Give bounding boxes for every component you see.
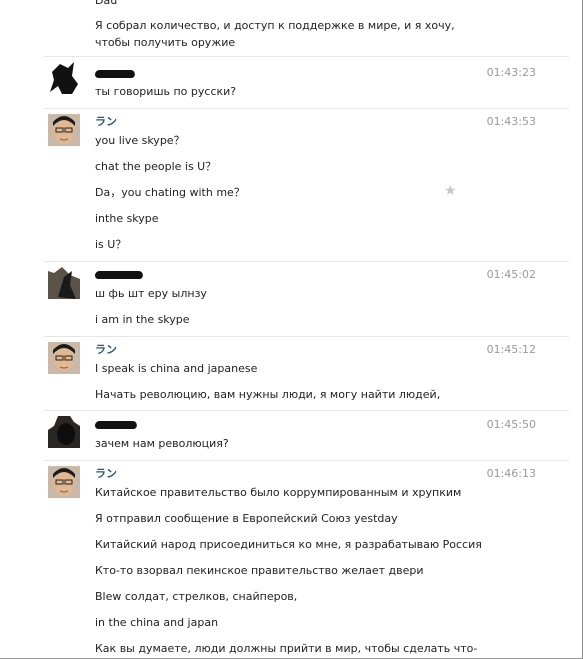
timestamp: 01:45:50 [486,418,536,431]
message-text: ш фь шт еру ылнзу [95,287,207,300]
avatar-ran[interactable] [48,114,80,146]
message-text: Я собрал количество, и доступ к поддержк… [95,19,455,32]
message-text: Я отправил сообщение в Европейский Союз … [95,512,398,525]
message-text: in the china and japan [95,616,219,629]
timestamp: 01:45:02 [486,268,536,281]
message-divider [44,460,569,461]
message-text: Начать революцию, вам нужны люди, я могу… [95,388,441,401]
partial-sender-name[interactable]: Dau [95,0,117,8]
avatar-ran[interactable] [48,342,80,374]
avatar-other-user[interactable] [48,416,80,448]
message-text: is U？ [95,238,127,251]
avatar-ran[interactable] [48,466,80,498]
sender-name-ran[interactable]: ラン [95,343,117,357]
message-text: Blew солдат, стрелков, снайперов, [95,590,298,603]
message-divider [44,336,569,337]
timestamp: 01:43:23 [486,66,536,79]
message-divider [44,410,569,411]
star-icon[interactable]: ★ [444,183,457,199]
sender-name-ran[interactable]: ラン [95,467,117,481]
message-text: i am in the skype [95,313,190,326]
message-text: inthe skype [95,212,159,225]
message-text: чтобы получить оружие [95,36,236,49]
redacted-sender-name [94,271,144,279]
message-text: you live skype？ [95,134,185,147]
message-divider [44,56,569,57]
message-divider [44,108,569,109]
sender-name-ran[interactable]: ラン [95,115,117,129]
message-text: Как вы думаете, люди должны прийти в мир… [95,642,478,655]
message-divider [44,261,569,262]
redacted-sender-name [94,421,138,429]
avatar-other-user[interactable] [48,62,80,94]
message-text: Китайский народ присоединиться ко мне, я… [95,538,482,551]
message-text: Китайское правительство было коррумпиров… [95,486,462,499]
message-text: ты говоришь по русски? [95,85,237,98]
redacted-sender-name [94,70,136,78]
timestamp: 01:45:12 [486,343,536,356]
message-text: chat the people is U？ [95,160,217,173]
message-text: I speak is china and japanese [95,362,258,375]
message-text: зачем нам революция? [95,437,229,450]
avatar-other-user[interactable] [48,267,80,299]
timestamp: 01:46:13 [486,467,536,480]
message-text: Кто-то взорвал пекинское правительство ж… [95,564,424,577]
message-text: Da，you chating with me？ [95,186,245,199]
timestamp: 01:43:53 [486,115,536,128]
